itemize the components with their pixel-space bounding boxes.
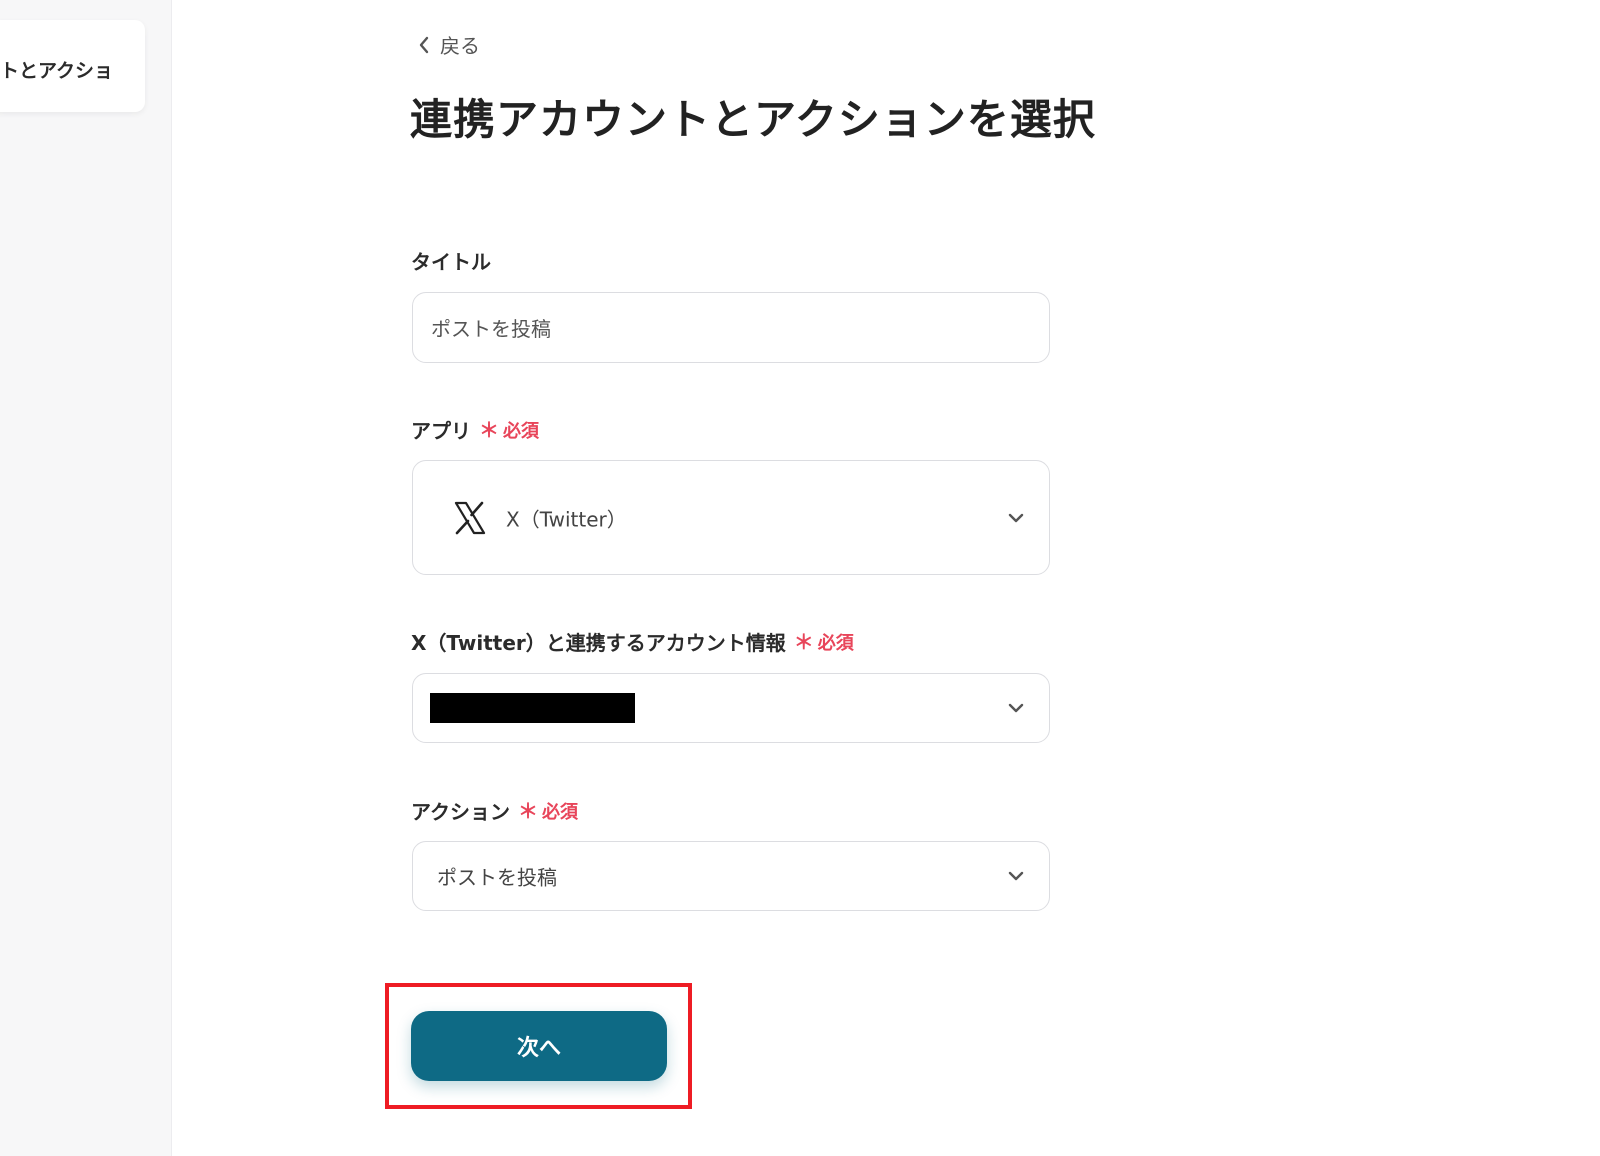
back-link[interactable]: 戻る	[418, 30, 480, 59]
title-input-box	[412, 292, 1050, 363]
account-select[interactable]	[412, 673, 1050, 743]
action-select-value: ポストを投稿	[437, 865, 557, 890]
required-text: 必須	[542, 801, 578, 823]
sidebar-step-label: トとアクショ	[0, 60, 114, 82]
redacted-account-value	[430, 693, 635, 723]
app-label-text: アプリ	[411, 419, 471, 443]
title-input[interactable]	[413, 293, 1049, 362]
x-logo-icon	[453, 501, 487, 535]
required-star: ＊	[793, 629, 814, 654]
page-title: 連携アカウントとアクションを選択	[410, 95, 1096, 144]
app-select-value: X（Twitter）	[506, 507, 627, 531]
action-field-label: アクション ＊ 必須	[411, 796, 578, 825]
app-select[interactable]: X（Twitter）	[412, 460, 1050, 575]
title-field-label: タイトル	[411, 246, 491, 275]
required-indicator: ＊ 必須	[518, 798, 578, 824]
account-label-text: X（Twitter）と連携するアカウント情報	[411, 631, 786, 655]
action-label-text: アクション	[411, 800, 510, 824]
chevron-down-icon	[1007, 702, 1025, 714]
app-field-label: アプリ ＊ 必須	[411, 415, 539, 444]
title-label-text: タイトル	[411, 250, 491, 274]
required-indicator: ＊ 必須	[479, 417, 539, 443]
account-field-label: X（Twitter）と連携するアカウント情報 ＊ 必須	[411, 627, 854, 656]
required-text: 必須	[503, 420, 539, 442]
chevron-down-icon	[1007, 870, 1025, 882]
action-select[interactable]: ポストを投稿	[412, 841, 1050, 911]
next-button[interactable]: 次へ	[411, 1011, 667, 1081]
sidebar-step-card[interactable]: トとアクショ	[0, 20, 145, 112]
chevron-down-icon	[1007, 512, 1025, 524]
required-text: 必須	[817, 632, 854, 654]
sidebar: トとアクショ	[0, 0, 172, 1156]
back-label: 戻る	[440, 34, 480, 58]
required-indicator: ＊ 必須	[794, 629, 854, 655]
required-star: ＊	[479, 417, 499, 442]
chevron-left-icon	[418, 36, 430, 54]
required-star: ＊	[518, 798, 538, 823]
